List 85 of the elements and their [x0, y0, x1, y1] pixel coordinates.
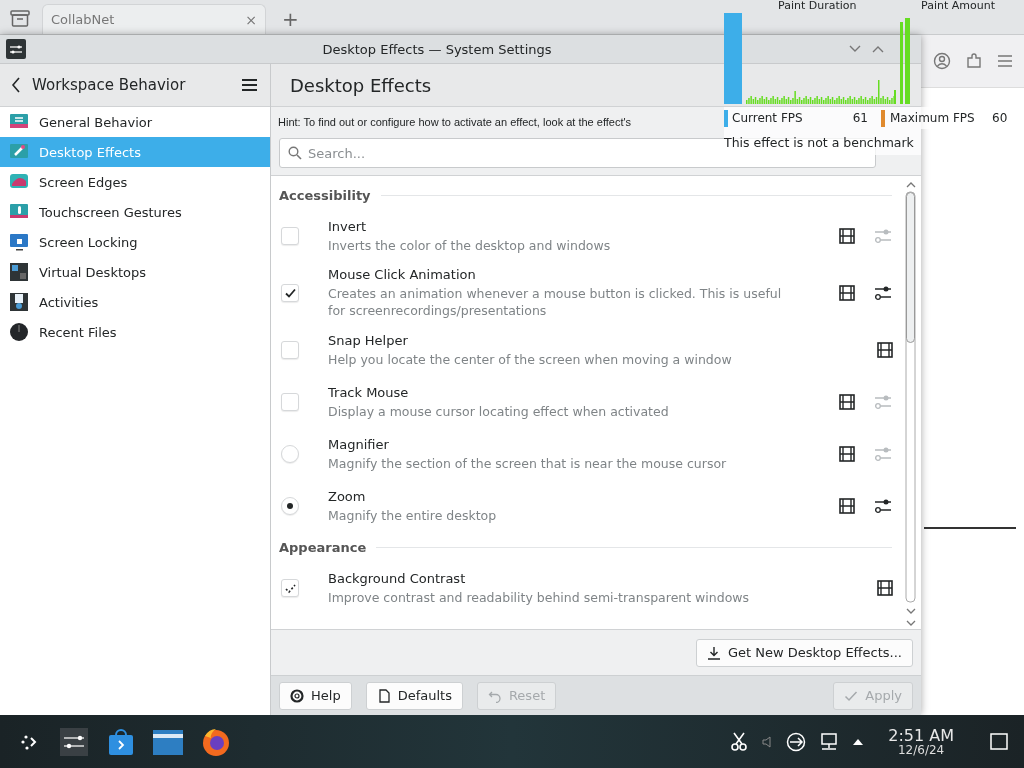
- lifebuoy-icon: [290, 688, 304, 703]
- page-title: Desktop Effects: [290, 74, 432, 96]
- clock-dial-icon: [9, 322, 29, 342]
- effect-description: Help you locate the center of the screen when moving a window: [328, 350, 733, 368]
- lock-app-icon: [9, 232, 29, 252]
- legend-marker: [724, 109, 728, 127]
- sidebar-item[interactable]: Activities: [0, 287, 270, 317]
- close-tab-button[interactable]: ×: [245, 11, 257, 28]
- fps-label: Current FPS: [732, 111, 804, 125]
- action-button[interactable]: Defaults: [365, 681, 463, 710]
- effect-name: Mouse Click Animation: [328, 267, 477, 282]
- checkbox[interactable]: [281, 341, 299, 359]
- new-tab-button[interactable]: +: [282, 9, 299, 29]
- scissors-icon[interactable]: [730, 731, 749, 752]
- effect-description: Creates an animation whenever a mouse button is clicked. This is useful for screenrecordings/presentations: [328, 285, 783, 319]
- film-icon[interactable]: [876, 579, 894, 597]
- radio-dot-icon: [287, 503, 293, 509]
- desktops-grid-icon: [9, 262, 29, 282]
- network-icon[interactable]: [820, 732, 839, 751]
- radio-button[interactable]: [281, 445, 299, 463]
- settings-app-icon: [6, 39, 26, 59]
- download-icon: [706, 645, 721, 660]
- chart-label: Paint Amount: [921, 0, 995, 12]
- section-heading: Accessibility: [279, 187, 371, 203]
- document-icon: [376, 688, 391, 703]
- speaker-icon[interactable]: [762, 735, 773, 748]
- effect-name: Magnifier: [328, 436, 390, 452]
- sidebar-item[interactable]: Virtual Desktops: [0, 257, 270, 287]
- fps-label: Maximum FPS: [890, 111, 976, 125]
- minimize-button[interactable]: [848, 44, 862, 54]
- sidebar-item[interactable]: Touchscreen Gestures: [0, 197, 270, 227]
- configure-icon[interactable]: [872, 497, 894, 515]
- settings-app-icon[interactable]: [58, 725, 90, 758]
- section-heading: Appearance: [279, 539, 367, 555]
- sidebar-item[interactable]: Recent Files: [0, 317, 270, 347]
- film-icon[interactable]: [838, 227, 856, 245]
- fps-value: 61: [851, 111, 868, 125]
- menu-icon[interactable]: [241, 78, 258, 92]
- effect-name: Zoom: [328, 488, 367, 504]
- effect-description: Display a mouse cursor locating effect when activated: [328, 402, 670, 420]
- usb-icon[interactable]: [786, 731, 807, 752]
- show-desktop-icon[interactable]: [990, 732, 1008, 751]
- sidebar-title: Workspace Behavior: [32, 76, 187, 94]
- effect-description: Magnify the section of the screen that is near the mouse cursor: [328, 454, 728, 472]
- sidebar-item[interactable]: Screen Locking: [0, 227, 270, 257]
- configure-icon[interactable]: [872, 284, 894, 302]
- window-title: Desktop Effects — System Settings: [321, 41, 553, 57]
- account-icon[interactable]: [932, 52, 951, 70]
- folder-icon[interactable]: [152, 727, 184, 756]
- extension-icon[interactable]: [964, 52, 983, 70]
- chart-label: Paint Duration: [778, 0, 857, 12]
- sidebar-item[interactable]: Screen Edges: [0, 167, 270, 197]
- effect-name: Background Contrast: [328, 570, 467, 586]
- sidebar-item[interactable]: General Behavior: [0, 107, 270, 137]
- expand-arrow-icon[interactable]: [852, 737, 865, 746]
- shopping-bag-icon[interactable]: [106, 726, 136, 757]
- clock[interactable]: 2:51 AM 12/6/24: [888, 727, 954, 756]
- checkbox[interactable]: [281, 227, 299, 245]
- checkbox[interactable]: [281, 284, 299, 302]
- hint-text: Hint: To find out or configure how to activate an effect, look at the effect's: [278, 116, 632, 128]
- browser-tab[interactable]: CollabNet ×: [42, 4, 266, 34]
- effect-description: Improve contrast and readability behind semi-transparent windows: [328, 588, 751, 606]
- film-icon[interactable]: [876, 341, 894, 359]
- action-button[interactable]: Help: [279, 681, 352, 710]
- get-new-effects-button[interactable]: Get New Desktop Effects...: [695, 638, 913, 667]
- film-icon[interactable]: [838, 445, 856, 463]
- activities-app-icon: [9, 292, 29, 312]
- fps-value: 60: [992, 111, 1008, 125]
- archive-icon[interactable]: [10, 9, 30, 27]
- checkbox[interactable]: [281, 579, 299, 597]
- legend-marker: [881, 109, 885, 127]
- radio-button[interactable]: [281, 497, 299, 515]
- check-mark-icon: [284, 287, 296, 299]
- maximize-button[interactable]: [871, 44, 885, 54]
- effect-description: Magnify the entire desktop: [328, 506, 498, 524]
- film-icon[interactable]: [838, 393, 856, 411]
- effect-name: Invert: [328, 218, 368, 234]
- partial-check-icon: [284, 582, 296, 594]
- tab-title: CollabNet: [51, 12, 115, 27]
- film-icon[interactable]: [838, 284, 856, 302]
- film-icon[interactable]: [838, 497, 856, 515]
- checkbox[interactable]: [281, 393, 299, 411]
- effect-description: Inverts the color of the desktop and windows: [328, 236, 612, 254]
- effect-name: Track Mouse: [328, 384, 410, 400]
- effect-name: Snap Helper: [328, 332, 409, 348]
